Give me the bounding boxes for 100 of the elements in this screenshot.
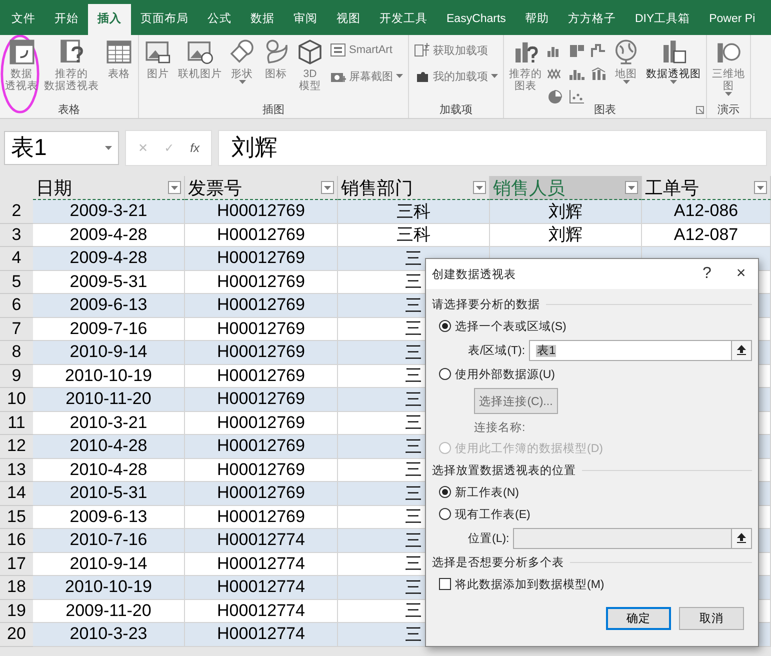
combo-chart-icon[interactable] [590, 65, 608, 83]
row-number[interactable]: 12 [0, 435, 33, 458]
table-cell: H00012769 [185, 435, 338, 458]
table-cell: 三科 [338, 224, 490, 247]
row-number[interactable]: 2 [0, 200, 33, 224]
range-field[interactable]: 表1 [529, 340, 752, 360]
help-button[interactable]: ? [690, 264, 724, 284]
pie-chart-icon[interactable] [546, 88, 564, 106]
checkbox[interactable] [439, 578, 451, 590]
row-number[interactable]: 5 [0, 270, 33, 294]
table-cell: 2009-4-28 [33, 224, 185, 247]
scatter-chart-icon[interactable] [568, 88, 586, 106]
radio-button[interactable] [439, 320, 451, 332]
table-cell: 2009-5-31 [33, 270, 185, 294]
column-header[interactable]: 工单号 [642, 176, 771, 200]
ribbon-button[interactable]: 表格 [103, 38, 135, 80]
ribbon-button[interactable]: 屏幕截图 [328, 66, 405, 86]
filter-button[interactable] [754, 181, 767, 194]
ribbon-tab[interactable]: 数据 [241, 6, 284, 33]
row-number[interactable]: 8 [0, 341, 33, 364]
table-cell: H00012769 [185, 200, 338, 224]
ribbon-tab[interactable]: Power Pi [700, 6, 765, 33]
smartart-icon [330, 42, 346, 58]
ribbon-button[interactable]: 推荐的 图表 [507, 38, 544, 92]
dialog-launcher-icon[interactable] [696, 106, 704, 114]
ribbon-tab[interactable]: 审阅 [284, 6, 327, 33]
table-cell: 刘辉 [490, 224, 642, 247]
row-number[interactable]: 18 [0, 576, 33, 600]
ribbon-tab[interactable]: 开发工具 [370, 6, 437, 33]
row-number[interactable]: 4 [0, 247, 33, 270]
ribbon-tab[interactable]: 插入 [88, 4, 131, 35]
ribbon-button[interactable]: 3D 模型 [294, 38, 326, 92]
ribbon-button[interactable]: SmartArt [328, 40, 405, 60]
ribbon-button[interactable]: 形状 [226, 38, 258, 84]
row-number[interactable]: 14 [0, 482, 33, 506]
radio-button[interactable] [439, 368, 451, 380]
ribbon-button[interactable]: 我的加载项 [412, 66, 500, 86]
dialog-button[interactable]: 确定 [606, 607, 671, 630]
table-cell: H00012769 [185, 247, 338, 270]
table-cell: H00012774 [185, 529, 338, 552]
ribbon-button[interactable]: 图标 [260, 38, 292, 80]
name-box[interactable]: 表1 [4, 130, 119, 164]
ribbon-tab[interactable]: 视图 [327, 6, 370, 33]
group-label: 演示 [718, 103, 740, 118]
column-header[interactable]: 发票号 [185, 176, 338, 200]
row-number[interactable]: 19 [0, 600, 33, 623]
collapse-button[interactable] [731, 340, 751, 360]
ribbon-button[interactable]: 推荐的 数据透视表 [42, 38, 101, 92]
caret-icon [171, 186, 178, 190]
ribbon-tab[interactable]: 文件 [2, 6, 45, 33]
ribbon-tab[interactable]: 页面布局 [131, 6, 198, 33]
radio-button[interactable] [439, 508, 451, 520]
column-header[interactable]: 日期 [33, 176, 185, 200]
step-chart-icon[interactable] [590, 42, 608, 60]
formula-field[interactable]: 刘辉 [218, 130, 767, 166]
table-cell: 2010-11-20 [33, 388, 185, 412]
filter-button[interactable] [625, 181, 638, 194]
table-cell: H00012774 [185, 552, 338, 576]
radio-button[interactable] [439, 486, 451, 498]
ribbon-tab[interactable]: 开始 [45, 6, 88, 33]
table-cell: H00012769 [185, 388, 338, 412]
row-number[interactable]: 3 [0, 224, 33, 247]
ribbon-button[interactable]: 三维地 图 [710, 38, 747, 96]
filter-button[interactable] [473, 181, 486, 194]
insert-function-button[interactable]: fx [190, 140, 200, 154]
ribbon-button[interactable]: 数据透视图 [644, 38, 703, 84]
ribbon-tab[interactable]: 方方格子 [558, 6, 626, 33]
table-cell: 三科 [338, 200, 490, 224]
ribbon-tab[interactable]: 帮助 [515, 6, 558, 33]
row-number[interactable]: 20 [0, 623, 33, 646]
filter-button[interactable] [168, 181, 181, 194]
column-header[interactable]: 销售部门 [338, 176, 490, 200]
table-cell: 2009-6-13 [33, 506, 185, 529]
row-number[interactable]: 10 [0, 388, 33, 412]
dialog-button[interactable]: 取消 [679, 607, 744, 630]
ribbon-button[interactable]: 获取加载项 [412, 40, 500, 60]
row-number[interactable]: 11 [0, 412, 33, 435]
filter-button[interactable] [321, 181, 334, 194]
group-label: 表格 [58, 103, 80, 118]
row-number[interactable]: 15 [0, 506, 33, 529]
ribbon-button[interactable]: 地图 [610, 38, 642, 84]
up-arrow-icon [737, 345, 746, 355]
row-number[interactable]: 6 [0, 294, 33, 318]
treemap-icon[interactable] [568, 42, 586, 60]
close-button[interactable]: × [724, 264, 758, 284]
row-number[interactable]: 17 [0, 552, 33, 576]
ribbon-tab[interactable]: DIY工具箱 [625, 6, 700, 33]
choose-connection-button[interactable]: 选择连接(C)... [474, 388, 558, 414]
ribbon-tab[interactable]: EasyCharts [437, 6, 516, 33]
row-number[interactable]: 7 [0, 318, 33, 341]
ribbon-button[interactable]: 联机图片 [176, 38, 224, 80]
row-number[interactable]: 13 [0, 458, 33, 482]
table-cell: 2010-4-28 [33, 435, 185, 458]
ribbon-tab[interactable]: 公式 [198, 6, 241, 33]
table-cell: 2009-3-21 [33, 200, 185, 224]
table-icon [105, 38, 133, 66]
row-number[interactable]: 16 [0, 529, 33, 552]
table-cell: H00012769 [185, 318, 338, 341]
ribbon-button[interactable]: 图片 [142, 38, 174, 80]
row-number[interactable]: 9 [0, 364, 33, 388]
